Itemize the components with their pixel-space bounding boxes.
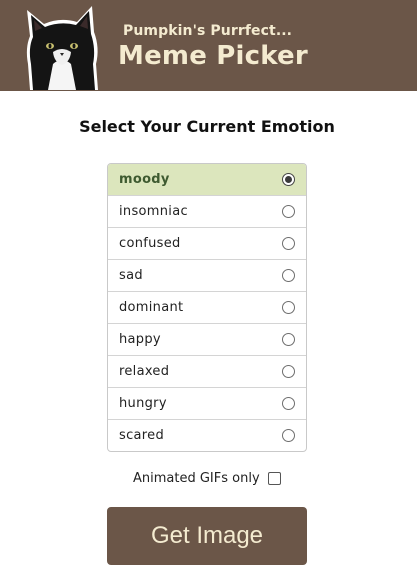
emotion-radio-list: moody insomniac confused sad dominant happy re…: [107, 163, 307, 452]
app-subtitle: Pumpkin's Purrfect...: [123, 23, 293, 39]
emotion-option-hungry[interactable]: hungry: [108, 388, 306, 420]
emotion-radio[interactable]: [282, 365, 295, 378]
get-image-button[interactable]: Get Image: [107, 507, 307, 565]
emotion-label: hungry: [119, 396, 167, 411]
app-title: Meme Picker: [118, 41, 308, 71]
emotion-radio[interactable]: [282, 301, 295, 314]
emotion-radio[interactable]: [282, 269, 295, 282]
emotion-radio[interactable]: [282, 173, 295, 186]
emotion-option-moody[interactable]: moody: [108, 164, 306, 196]
gif-option-label: Animated GIFs only: [133, 471, 260, 486]
emotion-option-happy[interactable]: happy: [108, 324, 306, 356]
emotion-heading: Select Your Current Emotion: [79, 117, 335, 136]
emotion-label: sad: [119, 268, 143, 283]
emotion-radio[interactable]: [282, 205, 295, 218]
emotion-radio[interactable]: [282, 333, 295, 346]
app-header: Pumpkin's Purrfect... Meme Picker: [0, 0, 417, 91]
emotion-option-scared[interactable]: scared: [108, 420, 306, 451]
gif-checkbox[interactable]: [268, 472, 281, 485]
emotion-label: dominant: [119, 300, 184, 315]
emotion-option-confused[interactable]: confused: [108, 228, 306, 260]
emotion-label: moody: [119, 172, 170, 187]
emotion-label: happy: [119, 332, 161, 347]
emotion-option-relaxed[interactable]: relaxed: [108, 356, 306, 388]
emotion-radio[interactable]: [282, 429, 295, 442]
emotion-radio[interactable]: [282, 237, 295, 250]
emotion-label: insomniac: [119, 204, 188, 219]
emotion-label: relaxed: [119, 364, 170, 379]
emotion-radio[interactable]: [282, 397, 295, 410]
emotion-label: scared: [119, 428, 164, 443]
emotion-option-insomniac[interactable]: insomniac: [108, 196, 306, 228]
emotion-option-sad[interactable]: sad: [108, 260, 306, 292]
cat-photo: [26, 6, 98, 90]
emotion-option-dominant[interactable]: dominant: [108, 292, 306, 324]
emotion-label: confused: [119, 236, 181, 251]
